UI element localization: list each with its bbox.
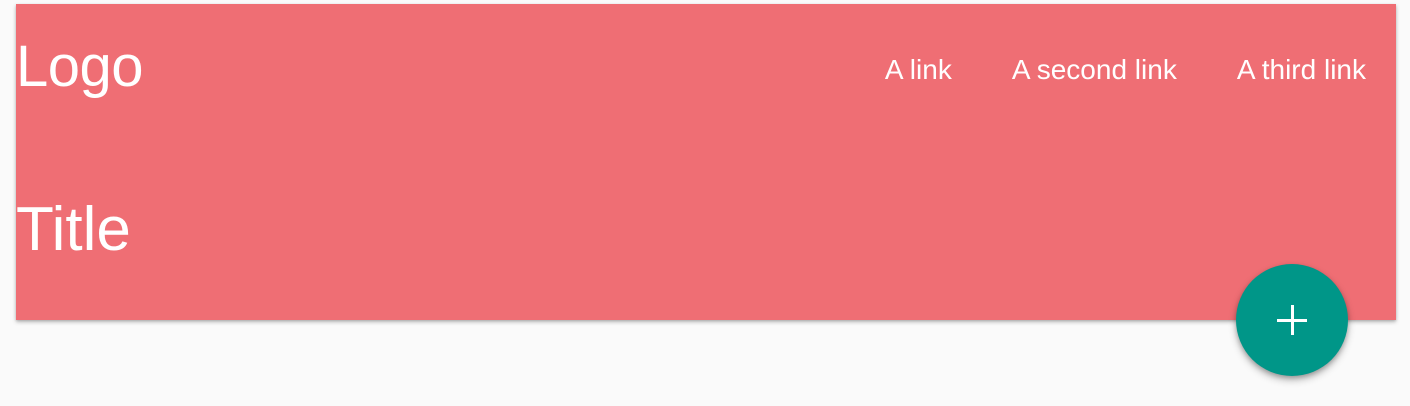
nav-bar: A link A second link A third link — [885, 52, 1366, 88]
nav-link-3[interactable]: A third link — [1237, 52, 1366, 88]
app-header: Logo A link A second link A third link T… — [16, 4, 1396, 320]
logo[interactable]: Logo — [16, 32, 144, 102]
add-fab-button[interactable] — [1236, 264, 1348, 376]
nav-link-2[interactable]: A second link — [1012, 52, 1177, 88]
page-title: Title — [16, 195, 131, 264]
nav-link-1[interactable]: A link — [885, 52, 952, 88]
page: Logo A link A second link A third link T… — [0, 0, 1410, 406]
plus-icon — [1277, 305, 1307, 335]
